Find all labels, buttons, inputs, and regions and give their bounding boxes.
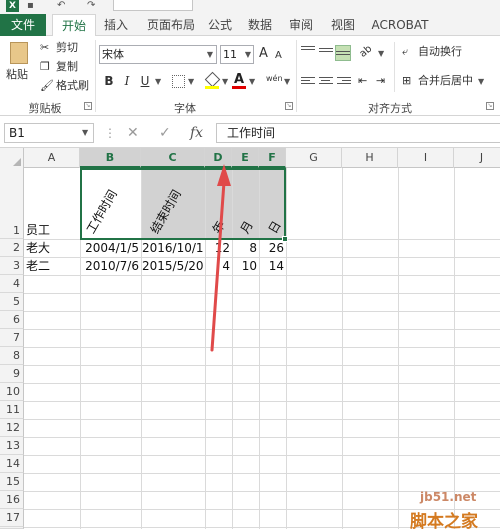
arrow-head [217,164,231,186]
arrow-shaft [210,180,226,352]
watermark-brand: 脚本之家 [410,512,478,532]
watermark-site: jb51.net [420,490,477,504]
annotation-arrow [210,164,231,352]
